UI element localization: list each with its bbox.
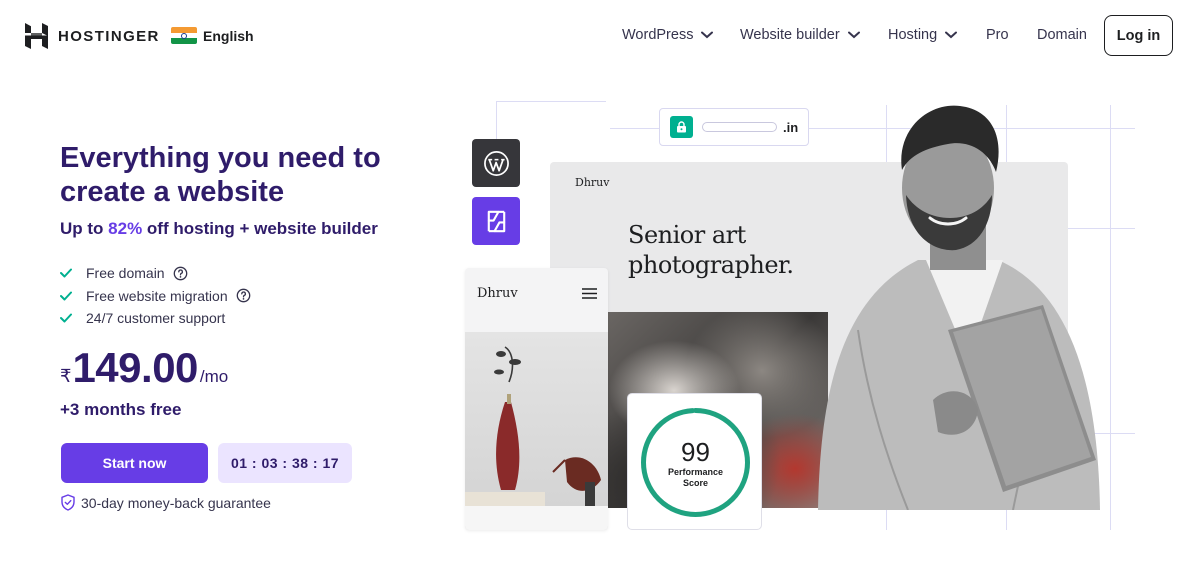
hostinger-logo-icon bbox=[25, 23, 48, 49]
chevron-down-icon bbox=[847, 31, 860, 39]
price-period: /mo bbox=[199, 367, 229, 386]
wordpress-tile bbox=[472, 139, 520, 187]
list-item: 24/7 customer support bbox=[60, 307, 251, 330]
question-circle-icon[interactable] bbox=[236, 288, 251, 303]
feature-label: Free website migration bbox=[86, 287, 228, 304]
hero-title: Everything you need to create a website bbox=[60, 142, 381, 208]
chevron-down-icon bbox=[701, 31, 714, 39]
website-builder-icon bbox=[487, 210, 505, 232]
money-back-guarantee: 30-day money-back guarantee bbox=[61, 494, 271, 511]
subtitle-suffix: off hosting + website builder bbox=[142, 219, 378, 238]
guarantee-label: 30-day money-back guarantee bbox=[81, 494, 271, 511]
site-header: HOSTINGER English WordPress Website buil… bbox=[0, 0, 1200, 72]
chevron-down-icon bbox=[945, 31, 958, 39]
website-builder-tile bbox=[472, 197, 520, 245]
start-now-button[interactable]: Start now bbox=[61, 443, 208, 483]
photographer-portrait-image bbox=[818, 105, 1100, 510]
grid-line bbox=[610, 128, 659, 129]
india-flag-icon bbox=[171, 27, 197, 44]
performance-score-label: Performance Score bbox=[667, 467, 724, 488]
hero-subtitle: Up to 82% off hosting + website builder bbox=[60, 219, 378, 239]
language-selector[interactable]: English bbox=[171, 27, 254, 44]
hostinger-logo[interactable]: HOSTINGER bbox=[25, 23, 160, 49]
performance-score-value: 99 bbox=[681, 437, 710, 467]
price-currency: ₹ bbox=[60, 366, 72, 386]
nav-item-pro[interactable]: Pro bbox=[986, 27, 1009, 43]
hamburger-menu-icon bbox=[582, 288, 597, 299]
nav-item-website-builder[interactable]: Website builder bbox=[740, 27, 860, 43]
countdown-timer: 01 : 03 : 38 : 17 bbox=[218, 443, 352, 483]
nav-item-label: Domain bbox=[1037, 27, 1087, 43]
question-circle-icon[interactable] bbox=[173, 266, 188, 281]
list-item: Free domain bbox=[60, 262, 251, 285]
check-icon bbox=[60, 268, 72, 278]
nav-item-label: WordPress bbox=[622, 27, 694, 43]
check-icon bbox=[60, 291, 72, 301]
price: ₹ 149.00 /mo bbox=[60, 344, 228, 392]
grid-line bbox=[496, 101, 606, 102]
language-label: English bbox=[203, 27, 254, 44]
nav-item-label: Pro bbox=[986, 27, 1009, 43]
desktop-site-brand: Dhruv bbox=[575, 176, 610, 189]
nav-item-wordpress[interactable]: WordPress bbox=[622, 27, 714, 43]
grid-line bbox=[1110, 105, 1111, 530]
wordpress-icon bbox=[483, 150, 509, 176]
discount-percent: 82% bbox=[108, 219, 143, 238]
mobile-site-preview: Dhruv bbox=[465, 268, 608, 530]
shield-check-icon bbox=[61, 494, 75, 511]
nav-item-label: Hosting bbox=[888, 27, 938, 43]
nav-item-label: Website builder bbox=[740, 27, 840, 43]
vase-still-life-image bbox=[465, 332, 608, 530]
subtitle-prefix: Up to bbox=[60, 219, 109, 238]
performance-score-card: 99 Performance Score bbox=[627, 393, 762, 530]
url-placeholder bbox=[702, 122, 777, 132]
feature-list: Free domain Free website migration 24/7 … bbox=[60, 262, 251, 330]
list-item: Free website migration bbox=[60, 285, 251, 308]
bonus-months: +3 months free bbox=[60, 400, 182, 419]
domain-extension: .in bbox=[783, 119, 799, 135]
login-button[interactable]: Log in bbox=[1104, 15, 1173, 56]
nav-item-hosting[interactable]: Hosting bbox=[888, 27, 958, 43]
domain-url-bar: .in bbox=[659, 108, 809, 146]
mobile-site-brand: Dhruv bbox=[477, 286, 518, 301]
price-amount: 149.00 bbox=[72, 344, 198, 391]
brand-name: HOSTINGER bbox=[58, 27, 160, 45]
grid-line bbox=[496, 101, 497, 139]
feature-label: 24/7 customer support bbox=[86, 310, 226, 327]
check-icon bbox=[60, 313, 72, 323]
lock-icon bbox=[670, 116, 693, 138]
nav-item-domain[interactable]: Domain bbox=[1037, 27, 1087, 43]
feature-label: Free domain bbox=[86, 265, 165, 282]
